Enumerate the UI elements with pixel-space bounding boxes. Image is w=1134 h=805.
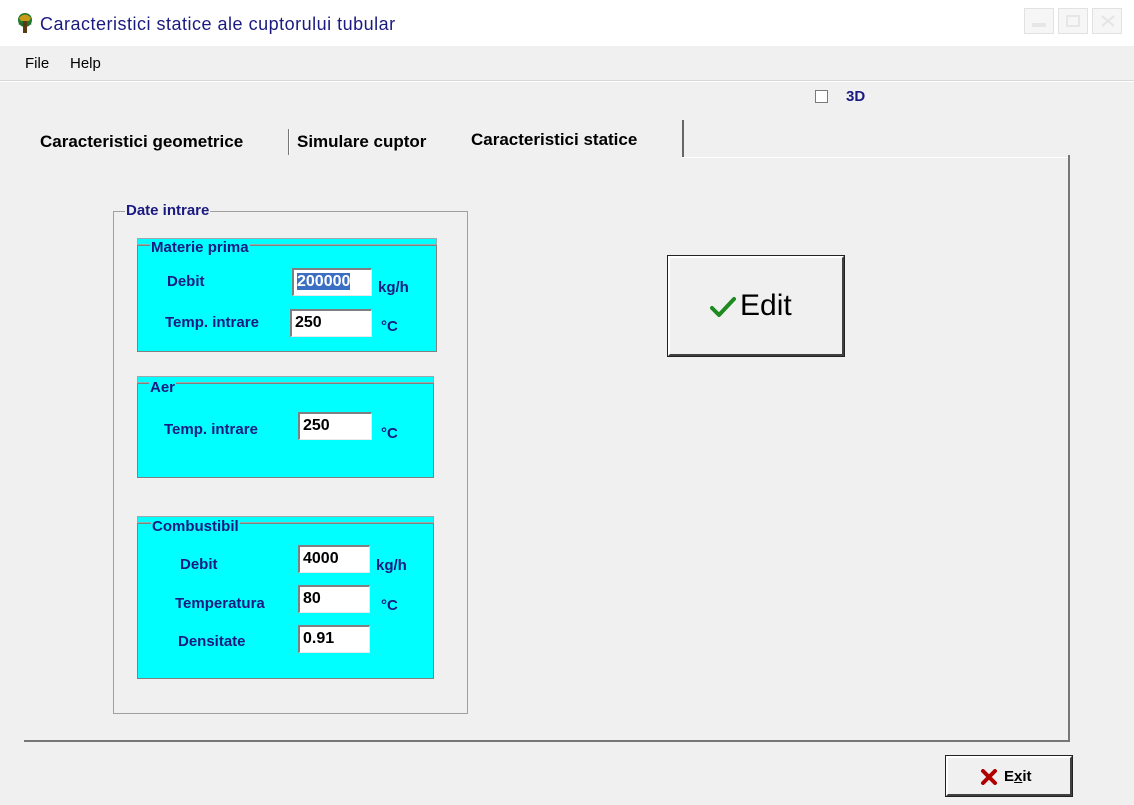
checkbox-3d-label: 3D [846,88,866,105]
mp-temp-field[interactable]: 250 [290,309,372,337]
tab-simulare-cuptor[interactable]: Simulare cuptor [297,126,426,158]
exit-button[interactable]: Exit [946,756,1072,796]
materie-prima-legend: Materie prima [150,239,250,256]
aer-temp-field[interactable]: 250 [298,412,372,440]
comb-dens-label: Densitate [178,633,246,650]
panel-top-edge [682,157,1070,158]
comb-debit-label: Debit [180,556,218,573]
mp-debit-value: 200000 [297,273,351,290]
window-title: Caracteristici statice ale cuptorului tu… [40,14,396,34]
mp-debit-field[interactable]: 200000 [292,268,372,296]
tab-caracteristici-geometrice[interactable]: Caracteristici geometrice [40,126,243,158]
comb-debit-unit: kg/h [376,557,407,574]
close-icon [1101,15,1115,27]
comb-temp-field[interactable]: 80 [298,585,370,613]
mp-temp-unit: °C [381,318,398,335]
edit-button-label: Edit [740,289,792,322]
comb-dens-field[interactable]: 0.91 [298,625,370,653]
comb-temp-label: Temperatura [175,595,265,612]
exit-button-label: Exit [1004,768,1032,785]
aer-temp-label: Temp. intrare [164,421,258,438]
comb-debit-field[interactable]: 4000 [298,545,370,573]
checkbox-3d[interactable] [815,90,828,103]
menu-file[interactable]: File [25,55,49,72]
aer-legend: Aer [149,379,177,396]
maximize-button[interactable] [1058,8,1088,34]
mp-debit-unit: kg/h [378,279,409,296]
edit-button[interactable]: Edit [668,256,844,356]
mp-temp-label: Temp. intrare [165,314,259,331]
minimize-button[interactable] [1024,8,1054,34]
menu-help[interactable]: Help [70,55,101,72]
furnace-app-icon [18,13,32,33]
panel-corner [1068,155,1070,165]
menu-bar [0,48,1134,78]
checkmark-icon [710,297,736,317]
menu-divider [0,80,1134,82]
date-intrare-legend: Date intrare [125,202,211,219]
close-button[interactable] [1092,8,1122,34]
aer-strip [137,376,434,383]
mp-debit-label: Debit [167,273,205,290]
tab-divider [288,129,289,155]
comb-temp-unit: °C [381,597,398,614]
aer-temp-unit: °C [381,425,398,442]
x-mark-icon [981,769,997,785]
tab-caracteristici-statice-label: Caracteristici statice [471,130,638,149]
combustibil-legend: Combustibil [151,518,240,535]
